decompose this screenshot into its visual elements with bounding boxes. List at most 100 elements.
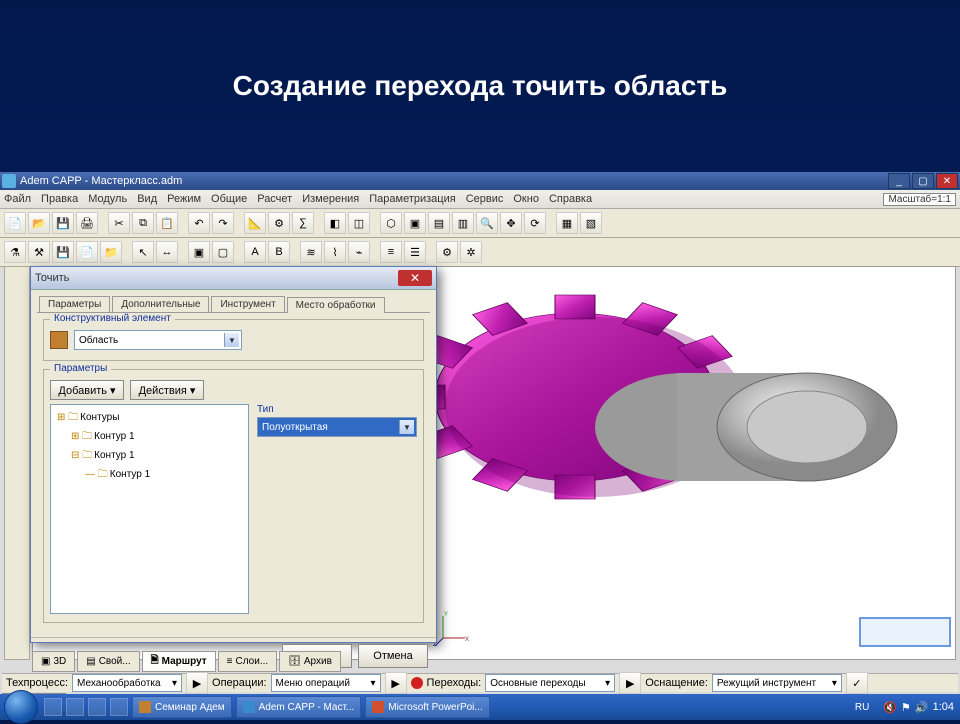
open-icon[interactable]: 📂 — [28, 212, 50, 234]
maximize-button[interactable]: ▢ — [912, 173, 934, 189]
top-icon[interactable]: ▥ — [452, 212, 474, 234]
label-transitions: Переходы: — [427, 677, 482, 689]
cancel-button[interactable]: Отмена — [358, 644, 428, 668]
save-icon[interactable]: 💾 — [52, 212, 74, 234]
cube1-icon[interactable]: ▦ — [556, 212, 578, 234]
rotate-icon[interactable]: ⟳ — [524, 212, 546, 234]
vtab-3d[interactable]: ▣3D — [32, 651, 75, 672]
wire-icon[interactable]: ◫ — [348, 212, 370, 234]
type-select[interactable]: Полуоткрытая▼ — [257, 417, 417, 437]
close-button[interactable]: ✕ — [936, 173, 958, 189]
vtab-custom[interactable]: ▤Свой... — [77, 651, 139, 672]
new-icon[interactable]: 📄 — [4, 212, 26, 234]
tool-b-icon[interactable]: B — [268, 241, 290, 263]
transitions-select[interactable]: Основные переходы▾ — [485, 674, 615, 692]
process-icon[interactable]: ⚗ — [4, 241, 26, 263]
cut-icon[interactable]: ✂ — [108, 212, 130, 234]
taskbar-item[interactable]: Adem CAPP - Маст... — [236, 696, 362, 718]
techprocess-select[interactable]: Механообработка▾ — [72, 674, 182, 692]
render-icon[interactable]: ◧ — [324, 212, 346, 234]
redo-icon[interactable]: ↷ — [212, 212, 234, 234]
menu-file[interactable]: Файл — [4, 193, 31, 205]
contour-tree[interactable]: ⊞ 🗀Контуры ⊞ 🗀Контур 1 ⊟ 🗀Контур 1 — 🗀Ко… — [50, 404, 249, 614]
quicklaunch-icon[interactable] — [66, 698, 84, 716]
tab-additional[interactable]: Дополнительные — [112, 296, 209, 312]
add-button[interactable]: Добавить ▾ — [50, 380, 124, 400]
vtab-layers[interactable]: ≡Слои... — [218, 651, 278, 672]
type-label: Тип — [257, 404, 417, 415]
scale-indicator[interactable]: Масштаб=1:1 — [883, 193, 956, 206]
print-icon[interactable]: 🖨 — [76, 212, 98, 234]
menu-view[interactable]: Вид — [137, 193, 157, 205]
path3-icon[interactable]: ⌁ — [348, 241, 370, 263]
record-icon[interactable] — [411, 677, 423, 689]
process-panel: Техпроцесс: Механообработка▾ ▶ Операции:… — [2, 673, 958, 692]
list-icon[interactable]: ☰ — [404, 241, 426, 263]
actions-button[interactable]: Действия ▾ — [130, 380, 204, 400]
tab-tool[interactable]: Инструмент — [211, 296, 284, 312]
iso-icon[interactable]: ⬡ — [380, 212, 402, 234]
equipment-check[interactable]: ✓ — [846, 672, 868, 694]
minimize-button[interactable]: _ — [888, 173, 910, 189]
doc-icon[interactable]: 📄 — [76, 241, 98, 263]
copy-icon[interactable]: ⧉ — [132, 212, 154, 234]
menu-module[interactable]: Модуль — [88, 193, 127, 205]
move-icon[interactable]: ↔ — [156, 241, 178, 263]
operation-icon[interactable]: ⚒ — [28, 241, 50, 263]
menu-mode[interactable]: Режим — [167, 193, 201, 205]
ungroup-icon[interactable]: ▢ — [212, 241, 234, 263]
path2-icon[interactable]: ⌇ — [324, 241, 346, 263]
menu-help[interactable]: Справка — [549, 193, 592, 205]
menu-measure[interactable]: Измерения — [302, 193, 359, 205]
techprocess-go[interactable]: ▶ — [186, 672, 208, 694]
tool-a-icon[interactable]: A — [244, 241, 266, 263]
pan-icon[interactable]: ✥ — [500, 212, 522, 234]
paste-icon[interactable]: 📋 — [156, 212, 178, 234]
select-icon[interactable]: ↖ — [132, 241, 154, 263]
tab-machining-place[interactable]: Место обработки — [287, 297, 385, 313]
undo-icon[interactable]: ↶ — [188, 212, 210, 234]
tray-icon[interactable]: 🔊 — [915, 701, 929, 714]
operations-select[interactable]: Меню операций▾ — [271, 674, 381, 692]
side-icon[interactable]: ▤ — [428, 212, 450, 234]
tray-icon[interactable]: 🔇 — [883, 701, 897, 714]
menu-service[interactable]: Сервис — [466, 193, 504, 205]
dialog-close-button[interactable]: ✕ — [398, 270, 432, 286]
quicklaunch-icon[interactable] — [44, 698, 62, 716]
quicklaunch-icon[interactable] — [110, 698, 128, 716]
title-bar: Adem CAPP - Мастеркласс.adm _ ▢ ✕ — [0, 172, 960, 190]
equipment-select[interactable]: Режущий инструмент▾ — [712, 674, 842, 692]
dialog-turn: Точить ✕ Параметры Дополнительные Инстру… — [30, 266, 437, 643]
measure-icon[interactable]: 📐 — [244, 212, 266, 234]
calc-icon[interactable]: ∑ — [292, 212, 314, 234]
menu-general[interactable]: Общие — [211, 193, 247, 205]
start-button[interactable] — [4, 690, 38, 724]
quicklaunch-icon[interactable] — [88, 698, 106, 716]
tray-icon[interactable]: ⚑ — [901, 701, 911, 714]
tab-parameters[interactable]: Параметры — [39, 296, 110, 312]
group-icon[interactable]: ▣ — [188, 241, 210, 263]
taskbar-item[interactable]: Microsoft PowerPoi... — [365, 696, 489, 718]
menu-window[interactable]: Окно — [513, 193, 539, 205]
menu-param[interactable]: Параметризация — [369, 193, 455, 205]
navigation-cube[interactable] — [859, 617, 951, 647]
transitions-go[interactable]: ▶ — [619, 672, 641, 694]
menu-calc[interactable]: Расчет — [257, 193, 292, 205]
path1-icon[interactable]: ≋ — [300, 241, 322, 263]
front-icon[interactable]: ▣ — [404, 212, 426, 234]
system-tray[interactable]: RU 🔇 ⚑ 🔊 1:04 — [849, 701, 960, 714]
taskbar-item[interactable]: Семинар Адем — [132, 696, 232, 718]
vtab-archive[interactable]: 🗄Архив — [279, 651, 341, 672]
save2-icon[interactable]: 💾 — [52, 241, 74, 263]
view-tabs: ▣3D ▤Свой... 🗎Маршрут ≡Слои... 🗄Архив — [32, 651, 341, 672]
vtab-route[interactable]: 🗎Маршрут — [142, 651, 216, 672]
cube2-icon[interactable]: ▧ — [580, 212, 602, 234]
element-select[interactable]: Область▼ — [74, 330, 242, 350]
operations-go[interactable]: ▶ — [385, 672, 407, 694]
folder-icon[interactable]: 📁 — [100, 241, 122, 263]
param-icon[interactable]: ⚙ — [268, 212, 290, 234]
lang-indicator[interactable]: RU — [855, 702, 869, 713]
align-icon[interactable]: ≡ — [380, 241, 402, 263]
menu-edit[interactable]: Правка — [41, 193, 78, 205]
zoom-icon[interactable]: 🔍 — [476, 212, 498, 234]
